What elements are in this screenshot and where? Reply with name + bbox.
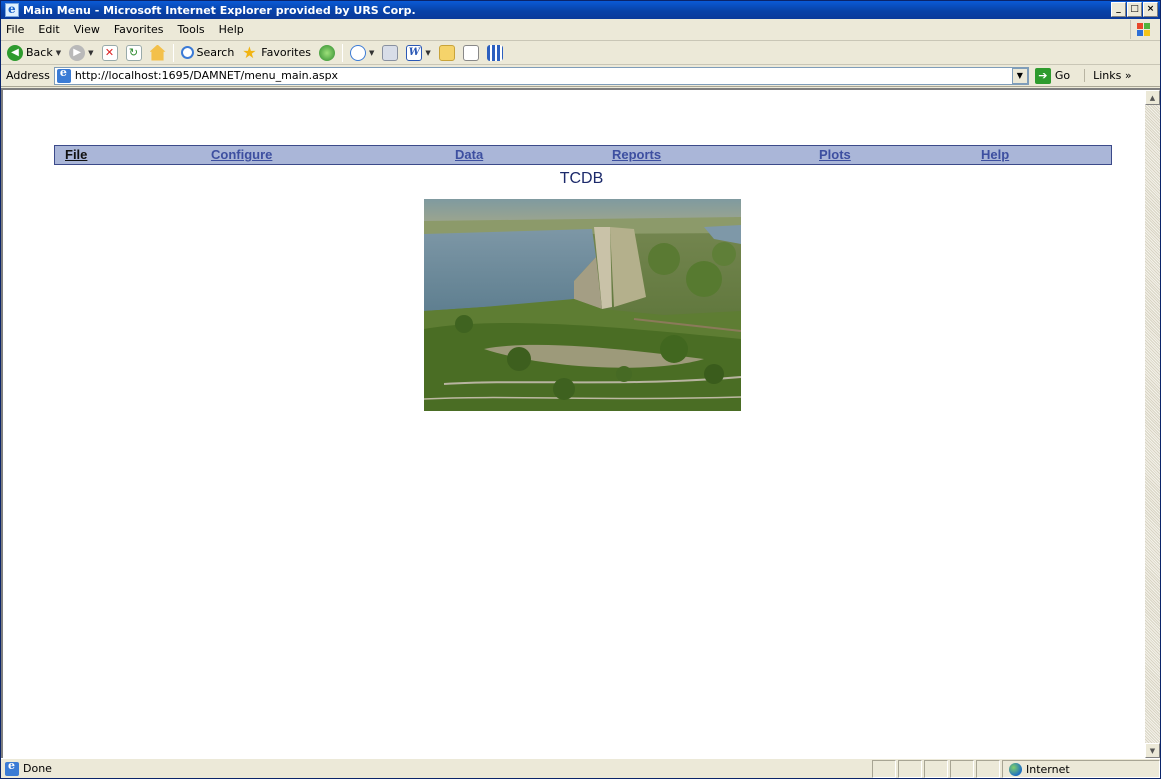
page-icon	[56, 66, 71, 83]
address-label: Address	[6, 69, 50, 82]
minimize-button[interactable]: _	[1111, 2, 1126, 17]
refresh-button[interactable]: ↻	[123, 43, 145, 63]
status-pane	[950, 760, 974, 778]
links-button[interactable]: Links »	[1084, 69, 1132, 82]
menu-view[interactable]: View	[67, 23, 107, 36]
star-icon: ★	[242, 42, 257, 62]
chevron-down-icon: ▼	[425, 48, 431, 57]
status-bar: Done Internet	[1, 758, 1160, 778]
maximize-button[interactable]: □	[1127, 2, 1142, 17]
mail-button[interactable]: ▼	[347, 43, 377, 63]
home-button[interactable]	[147, 43, 169, 63]
menu-tools[interactable]: Tools	[171, 23, 212, 36]
media-button[interactable]	[316, 43, 338, 63]
menu-edit[interactable]: Edit	[31, 23, 66, 36]
go-arrow-icon: ➔	[1034, 67, 1051, 84]
refresh-icon: ↻	[125, 44, 142, 61]
menu-file[interactable]: File	[1, 23, 31, 36]
research-button[interactable]	[484, 43, 506, 63]
status-pane	[924, 760, 948, 778]
page-nav-bar: File Configure Data Reports Plots Help	[54, 145, 1112, 165]
address-input[interactable]: http://localhost:1695/DAMNET/menu_main.a…	[53, 66, 1029, 85]
status-pane	[976, 760, 1000, 778]
nav-help[interactable]: Help	[981, 147, 1009, 162]
scroll-down-arrow-icon[interactable]: ▼	[1145, 743, 1160, 758]
window-controls: _ □ ×	[1111, 2, 1158, 17]
security-zone[interactable]: Internet	[1002, 760, 1160, 778]
folder-icon	[438, 44, 455, 61]
globe-icon	[1009, 762, 1022, 776]
status-pane	[898, 760, 922, 778]
status-text: Done	[23, 762, 52, 775]
title-bar[interactable]: Main Menu - Microsoft Internet Explorer …	[1, 1, 1160, 19]
stop-button[interactable]: ✕	[99, 43, 121, 63]
home-icon	[149, 44, 166, 61]
page-done-icon	[5, 759, 19, 776]
windows-flag-icon	[1130, 20, 1152, 39]
ie-logo-icon	[5, 2, 19, 17]
search-label: Search	[196, 46, 235, 59]
status-panes: Internet	[870, 760, 1160, 778]
chevron-down-icon: ▼	[88, 48, 94, 57]
window-title: Main Menu - Microsoft Internet Explorer …	[23, 3, 416, 17]
dam-photo-image	[424, 199, 741, 411]
messenger-button[interactable]	[460, 43, 482, 63]
nav-reports[interactable]: Reports	[612, 147, 661, 162]
forward-button[interactable]: ▶ ▼	[66, 43, 96, 63]
word-icon: W	[406, 44, 423, 61]
browser-window: Main Menu - Microsoft Internet Explorer …	[0, 0, 1161, 779]
standard-toolbar: ◀ Back ▼ ▶ ▼ ✕ ↻ Search ★ Favorites ▼ W …	[1, 41, 1160, 65]
favorites-label: Favorites	[261, 46, 311, 59]
search-button[interactable]: Search	[178, 43, 238, 63]
discuss-button[interactable]	[436, 43, 458, 63]
page-content: File Configure Data Reports Plots Help T…	[1, 88, 1160, 758]
menu-bar: File Edit View Favorites Tools Help	[1, 19, 1160, 41]
mail-icon	[350, 44, 366, 61]
dam-aerial-photo	[424, 199, 741, 411]
print-button[interactable]	[379, 43, 401, 63]
chevron-down-icon: ▼	[369, 48, 375, 57]
media-icon	[319, 44, 335, 61]
page-title: TCDB	[559, 170, 604, 187]
messenger-icon	[462, 44, 479, 61]
research-icon	[486, 44, 503, 61]
status-pane	[872, 760, 896, 778]
back-button[interactable]: ◀ Back ▼	[4, 43, 64, 63]
favorites-button[interactable]: ★ Favorites	[239, 43, 314, 63]
close-button[interactable]: ×	[1143, 2, 1158, 17]
stop-icon: ✕	[101, 44, 118, 61]
toolbar-separator	[172, 43, 174, 62]
chevron-down-icon: ▼	[55, 48, 62, 57]
go-button[interactable]: ➔ Go	[1034, 67, 1071, 84]
toolbar-separator	[342, 43, 343, 62]
address-url[interactable]: http://localhost:1695/DAMNET/menu_main.a…	[75, 69, 1012, 82]
back-label: Back	[26, 46, 53, 59]
nav-data[interactable]: Data	[455, 147, 483, 162]
address-bar: Address http://localhost:1695/DAMNET/men…	[1, 65, 1160, 87]
scroll-up-arrow-icon[interactable]: ▲	[1145, 90, 1160, 105]
forward-arrow-icon: ▶	[69, 44, 86, 61]
search-icon	[180, 46, 194, 59]
nav-configure[interactable]: Configure	[211, 147, 272, 162]
menu-help[interactable]: Help	[212, 23, 251, 36]
printer-icon	[382, 44, 399, 61]
zone-label: Internet	[1026, 762, 1070, 776]
back-arrow-icon: ◀	[7, 44, 23, 61]
menu-favorites[interactable]: Favorites	[107, 23, 171, 36]
address-dropdown-chevron-down-icon[interactable]: ▼	[1011, 67, 1028, 84]
nav-file[interactable]: File	[65, 147, 87, 162]
edit-button[interactable]: W ▼	[403, 43, 433, 63]
nav-plots[interactable]: Plots	[819, 147, 851, 162]
vertical-scrollbar[interactable]: ▲ ▼	[1145, 90, 1160, 758]
go-label: Go	[1054, 69, 1071, 82]
